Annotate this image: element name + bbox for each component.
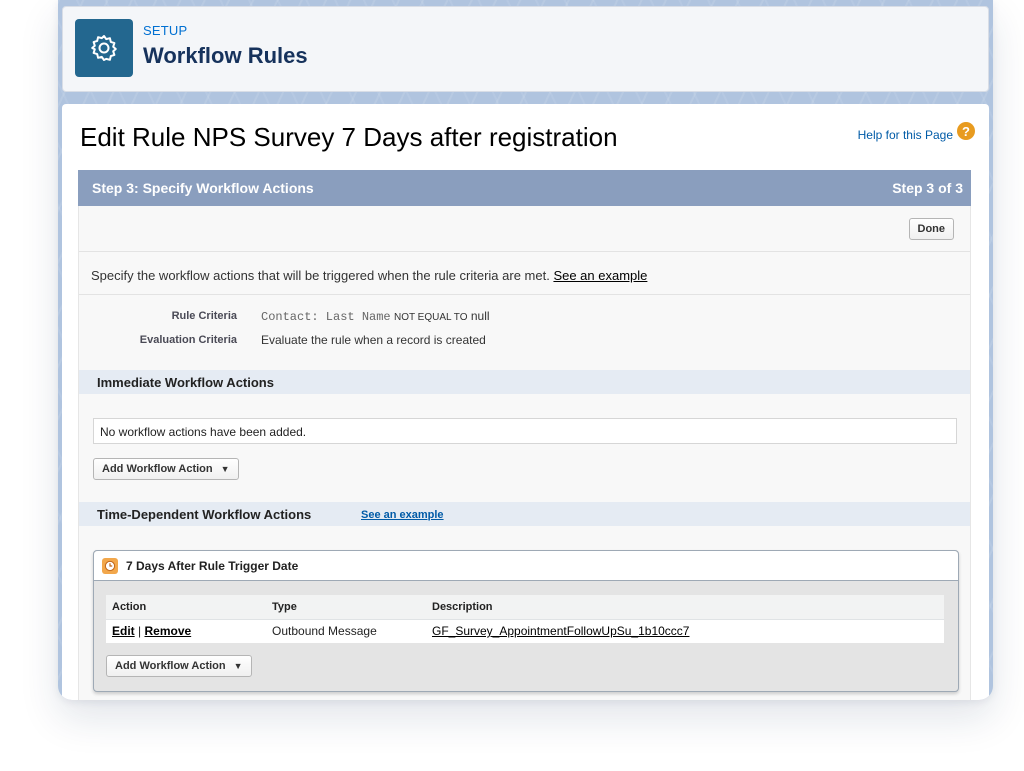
outbound-message-link[interactable]: GF_Survey_AppointmentFollowUpSu_1b10ccc7: [432, 624, 689, 638]
edit-link[interactable]: Edit: [112, 624, 135, 638]
intro-sentence: Specify the workflow actions that will b…: [91, 268, 554, 283]
see-example-link[interactable]: See an example: [553, 268, 647, 283]
chevron-down-icon: ▼: [220, 464, 230, 474]
chevron-down-icon: ▼: [233, 661, 243, 671]
column-header-description: Description: [426, 595, 944, 620]
table-header-row: Action Type Description: [106, 595, 944, 620]
column-header-action: Action: [106, 595, 266, 620]
help-link[interactable]: Help for this Page: [858, 128, 953, 142]
time-dependent-actions-header: Time-Dependent Workflow Actions See an e…: [79, 502, 970, 526]
step-content: Done Specify the workflow actions that w…: [78, 206, 971, 700]
time-trigger-header: 7 Days After Rule Trigger Date: [94, 551, 958, 581]
immediate-actions-title: Immediate Workflow Actions: [97, 375, 274, 390]
question-icon[interactable]: ?: [957, 122, 975, 140]
rule-criteria-null: null: [470, 309, 490, 323]
time-dependent-actions-table: Action Type Description Edit | Remove Ou…: [106, 595, 944, 643]
time-trigger-title: 7 Days After Rule Trigger Date: [126, 559, 299, 573]
remove-link[interactable]: Remove: [144, 624, 191, 638]
setup-header: SETUP Workflow Rules: [62, 6, 989, 92]
step-title: Step 3: Specify Workflow Actions: [92, 180, 314, 196]
rule-criteria-value: Contact: Last Name NOT EQUAL TO null: [261, 309, 490, 324]
page-title: Edit Rule NPS Survey 7 Days after regist…: [80, 122, 618, 152]
add-workflow-action-label: Add Workflow Action: [102, 463, 213, 475]
app-frame: SETUP Workflow Rules Edit Rule NPS Surve…: [58, 0, 993, 700]
immediate-actions-header: Immediate Workflow Actions: [79, 370, 970, 394]
immediate-actions-empty: No workflow actions have been added.: [93, 418, 957, 444]
evaluation-criteria-label: Evaluation Criteria: [139, 334, 237, 346]
add-time-workflow-action-label: Add Workflow Action: [115, 660, 226, 672]
rule-criteria-operator: NOT EQUAL TO: [393, 312, 468, 323]
empty-message: No workflow actions have been added.: [100, 425, 307, 439]
time-trigger-panel: 7 Days After Rule Trigger Date Action Ty…: [93, 550, 959, 692]
type-cell: Outbound Message: [266, 619, 426, 643]
column-header-type: Type: [266, 595, 426, 620]
add-workflow-action-button[interactable]: Add Workflow Action ▼: [93, 458, 239, 480]
time-dependent-actions-title: Time-Dependent Workflow Actions: [97, 507, 312, 522]
description-cell: GF_Survey_AppointmentFollowUpSu_1b10ccc7: [426, 619, 944, 643]
add-time-workflow-action-button[interactable]: Add Workflow Action ▼: [106, 655, 252, 677]
evaluation-criteria-value: Evaluate the rule when a record is creat…: [261, 333, 486, 347]
header-title: Workflow Rules: [143, 43, 308, 68]
clock-icon: [102, 558, 118, 574]
table-row: Edit | Remove Outbound Message GF_Survey…: [106, 619, 944, 643]
step-bar: Step 3: Specify Workflow Actions Step 3 …: [78, 170, 971, 206]
intro-text: Specify the workflow actions that will b…: [91, 268, 647, 283]
rule-criteria-field: Contact: Last Name: [261, 310, 391, 324]
done-row: Done: [79, 206, 970, 252]
rule-criteria-label: Rule Criteria: [171, 310, 237, 322]
time-dependent-see-example-link[interactable]: See an example: [361, 509, 444, 521]
edit-rule-page: Edit Rule NPS Survey 7 Days after regist…: [62, 104, 989, 700]
header-kicker: SETUP: [143, 23, 188, 38]
action-cell: Edit | Remove: [106, 619, 266, 643]
done-button[interactable]: Done: [908, 218, 954, 240]
gear-icon: [75, 19, 133, 77]
divider: [79, 294, 970, 295]
action-separator: |: [138, 624, 142, 639]
step-indicator: Step 3 of 3: [892, 180, 963, 196]
